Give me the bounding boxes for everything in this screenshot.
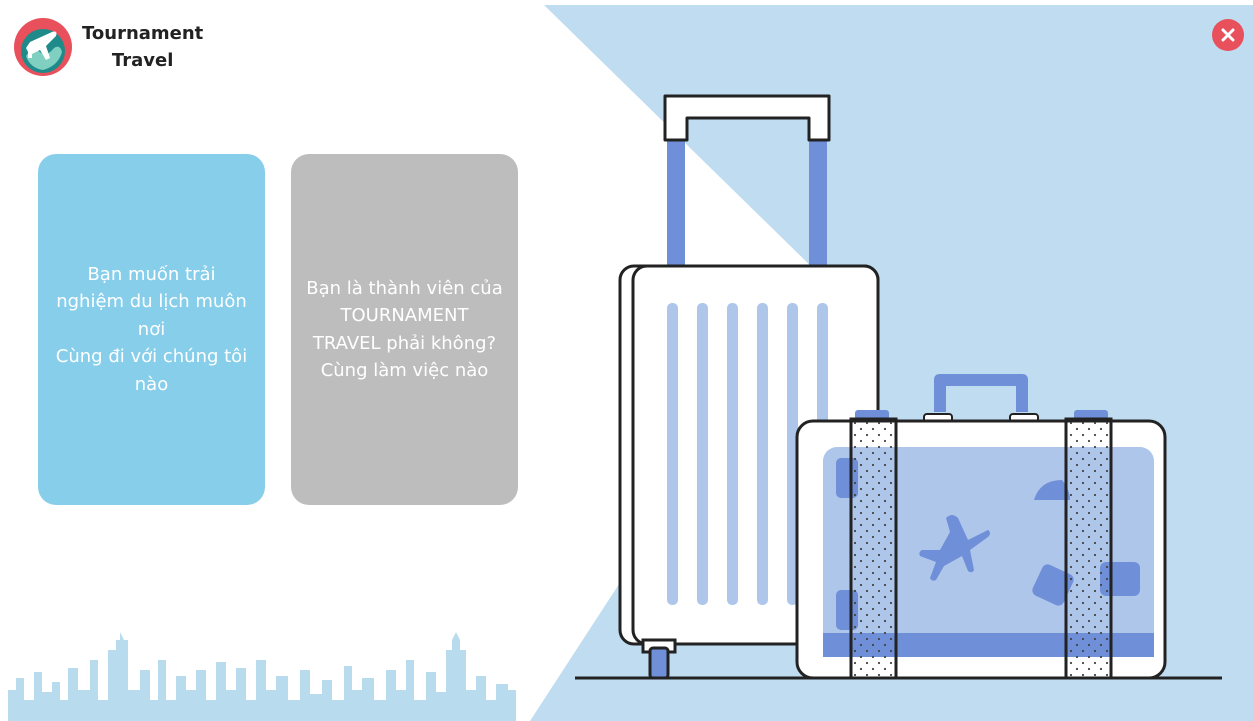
traveler-card-text: Bạn muốn trải nghiệm du lịch muôn nơi Cù… (56, 261, 247, 399)
small-suitcase (795, 410, 1167, 680)
card-text-line: TRAVEL phải không? (312, 332, 497, 354)
card-text-line: nghiệm du lịch muôn (56, 291, 247, 313)
member-card-text: Bạn là thành viên của TOURNAMENT TRAVEL … (306, 275, 503, 385)
brand-title-line1: Tournament (82, 23, 204, 44)
card-text-line: Bạn muốn trải (87, 263, 216, 285)
close-button[interactable] (1212, 19, 1244, 51)
card-text-line: nào (134, 373, 169, 395)
member-card[interactable]: Bạn là thành viên của TOURNAMENT TRAVEL … (291, 154, 518, 505)
card-text-line: TOURNAMENT (340, 305, 469, 326)
card-text-line: Cùng đi với chúng tôi (55, 346, 248, 368)
globe-airplane-icon[interactable] (14, 18, 72, 76)
brand-title-line2: Travel (111, 50, 174, 71)
brand-header: Tournament Travel (14, 18, 203, 76)
traveler-card[interactable]: Bạn muốn trải nghiệm du lịch muôn nơi Cù… (38, 154, 265, 505)
card-text-line: Bạn là thành viên của (306, 277, 503, 299)
close-icon (1221, 28, 1235, 42)
brand-name: Tournament Travel (82, 20, 203, 74)
card-text-line: Cùng làm việc nào (320, 360, 489, 381)
city-skyline (8, 632, 516, 721)
card-text-line: nơi (137, 318, 166, 340)
